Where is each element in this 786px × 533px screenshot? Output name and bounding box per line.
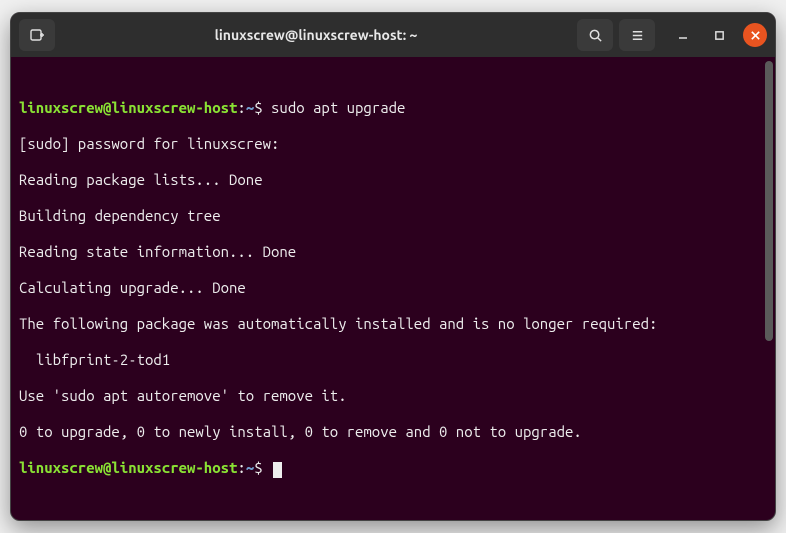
- search-button[interactable]: [577, 19, 613, 51]
- output-line: The following package was automatically …: [19, 315, 767, 333]
- close-button[interactable]: [743, 23, 767, 47]
- menu-button[interactable]: [619, 19, 655, 51]
- prompt-symbol: $: [254, 459, 262, 476]
- output-line: Use 'sudo apt autoremove' to remove it.: [19, 387, 767, 405]
- maximize-icon: [714, 30, 725, 41]
- new-tab-icon: [29, 27, 45, 43]
- close-icon: [750, 30, 761, 41]
- cursor: [273, 462, 282, 478]
- hamburger-icon: [630, 28, 645, 43]
- search-icon: [588, 28, 603, 43]
- new-tab-button[interactable]: [19, 19, 55, 51]
- window-title: linuxscrew@linuxscrew-host: ~: [59, 27, 573, 43]
- prompt-symbol: $: [254, 99, 262, 116]
- output-line: Building dependency tree: [19, 207, 767, 225]
- prompt-user-host: linuxscrew@linuxscrew-host: [19, 99, 237, 116]
- output-line: Reading package lists... Done: [19, 171, 767, 189]
- titlebar: linuxscrew@linuxscrew-host: ~: [11, 13, 775, 57]
- command-text: sudo apt upgrade: [271, 99, 405, 116]
- maximize-button[interactable]: [707, 23, 731, 47]
- output-line: Reading state information... Done: [19, 243, 767, 261]
- titlebar-right-group: [577, 19, 767, 51]
- window-controls: [671, 23, 767, 47]
- prompt-path: ~: [246, 99, 254, 116]
- output-line: libfprint-2-tod1: [19, 351, 767, 369]
- output-line: [sudo] password for linuxscrew:: [19, 135, 767, 153]
- terminal-window: linuxscrew@linuxscrew-host: ~: [10, 12, 776, 520]
- minimize-icon: [677, 29, 689, 41]
- output-line: Calculating upgrade... Done: [19, 279, 767, 297]
- terminal-line: linuxscrew@linuxscrew-host:~$ sudo apt u…: [19, 99, 767, 117]
- prompt-path: ~: [246, 459, 254, 476]
- terminal-line: linuxscrew@linuxscrew-host:~$: [19, 459, 767, 477]
- scrollbar[interactable]: [765, 61, 773, 341]
- prompt-colon: :: [237, 99, 245, 116]
- output-line: 0 to upgrade, 0 to newly install, 0 to r…: [19, 423, 767, 441]
- prompt-user-host: linuxscrew@linuxscrew-host: [19, 459, 237, 476]
- prompt-colon: :: [237, 459, 245, 476]
- minimize-button[interactable]: [671, 23, 695, 47]
- terminal-area[interactable]: linuxscrew@linuxscrew-host:~$ sudo apt u…: [11, 57, 775, 519]
